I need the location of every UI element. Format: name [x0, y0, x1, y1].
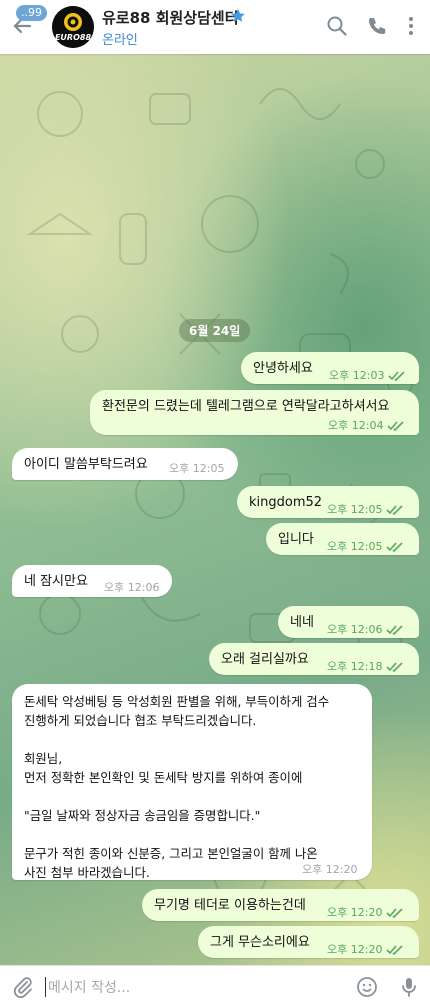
chat-title[interactable]: 유로88 회원상담센터: [102, 7, 239, 28]
verified-star-icon: [231, 9, 245, 22]
message-meta: 오후 12:03: [329, 366, 406, 385]
message-text: 무기명 테더로 이용하는건데: [154, 898, 306, 913]
message-text: 그게 무슨소리에요: [210, 935, 310, 950]
message-composer: [0, 965, 430, 1008]
message-bubble-incoming[interactable]: 아이디 말씀부탁드려요 오후 12:05: [12, 448, 238, 480]
message-meta: 오후 12:06: [327, 620, 404, 639]
message-meta: 오후 12:05: [327, 537, 404, 556]
avatar-logo-text: EURO88: [54, 33, 92, 42]
message-time: 오후 12:20: [327, 943, 383, 956]
message-bubble-outgoing[interactable]: 오래 걸리실까요 오후 12:18: [209, 643, 419, 675]
message-text: 환전문의 드렸는데 텔레그램으로 연락달라고하셔서요: [102, 399, 390, 414]
attach-icon[interactable]: [12, 976, 34, 998]
message-time: 오후 12:03: [329, 369, 385, 382]
double-check-icon: [386, 908, 404, 918]
message-bubble-outgoing[interactable]: 안녕하세요 오후 12:03: [241, 352, 419, 384]
double-check-icon: [386, 662, 404, 672]
search-icon[interactable]: [326, 15, 348, 37]
message-text: 입니다: [278, 532, 314, 547]
message-bubble-outgoing[interactable]: 그게 무슨소리에요 오후 12:20: [198, 926, 419, 958]
emoji-icon[interactable]: [356, 976, 378, 998]
message-bubble-outgoing[interactable]: 네네 오후 12:06: [278, 606, 419, 638]
message-time: 오후 12:05: [327, 540, 383, 553]
message-text: 아이디 말씀부탁드려요: [24, 457, 148, 472]
more-vert-icon[interactable]: [400, 15, 422, 37]
double-check-icon: [386, 625, 404, 635]
message-bubble-outgoing[interactable]: kingdom52 오후 12:05: [237, 486, 419, 518]
phone-icon[interactable]: [366, 15, 388, 37]
message-time: 오후 12:18: [327, 660, 383, 673]
message-bubble-outgoing[interactable]: 무기명 테더로 이용하는건데 오후 12:20: [142, 889, 419, 921]
message-text: 네네: [290, 615, 314, 630]
message-text: 안녕하세요: [253, 361, 313, 376]
message-time: 오후 12:04: [328, 419, 384, 432]
message-time: 오후 12:20: [327, 906, 383, 919]
message-bubble-incoming[interactable]: 네 잠시만요 오후 12:06: [12, 565, 172, 597]
message-text: kingdom52: [249, 495, 323, 510]
message-meta: 오후 12:05: [327, 500, 404, 519]
chat-header: ..99 EURO88 유로88 회원상담센터 온라인: [0, 0, 430, 54]
message-time: 오후 12:06: [104, 581, 160, 594]
message-bubble-outgoing[interactable]: 환전문의 드렸는데 텔레그램으로 연락달라고하셔서요 오후 12:04: [90, 390, 419, 435]
message-text: 오래 걸리실까요: [221, 652, 309, 667]
message-text: 네 잠시만요: [24, 574, 88, 589]
message-time: 오후 12:05: [169, 462, 225, 475]
avatar[interactable]: EURO88: [52, 6, 94, 48]
message-bubble-incoming[interactable]: 돈세탁 악성베팅 등 악성회원 판별을 위해, 부득이하게 검수 진행하게 되었…: [12, 684, 372, 880]
microphone-icon[interactable]: [398, 976, 420, 998]
message-meta: 오후 12:20: [327, 903, 404, 922]
message-meta: 오후 12:04: [328, 416, 405, 435]
double-check-icon: [388, 371, 406, 381]
message-time: 오후 12:06: [327, 623, 383, 636]
double-check-icon: [387, 421, 405, 431]
message-time: 오후 12:20: [302, 863, 358, 876]
message-text: 돈세탁 악성베팅 등 악성회원 판별을 위해, 부득이하게 검수 진행하게 되었…: [24, 694, 330, 880]
message-meta: 오후 12:20: [327, 940, 404, 959]
message-bubble-outgoing[interactable]: 입니다 오후 12:05: [266, 523, 419, 555]
double-check-icon: [386, 505, 404, 515]
date-separator: 6월 24일: [179, 319, 251, 342]
double-check-icon: [386, 542, 404, 552]
double-check-icon: [386, 945, 404, 955]
message-time: 오후 12:05: [327, 503, 383, 516]
unread-badge: ..99: [16, 5, 47, 21]
message-input[interactable]: [46, 976, 340, 1000]
message-meta: 오후 12:18: [327, 657, 404, 676]
online-status: 온라인: [102, 33, 138, 48]
